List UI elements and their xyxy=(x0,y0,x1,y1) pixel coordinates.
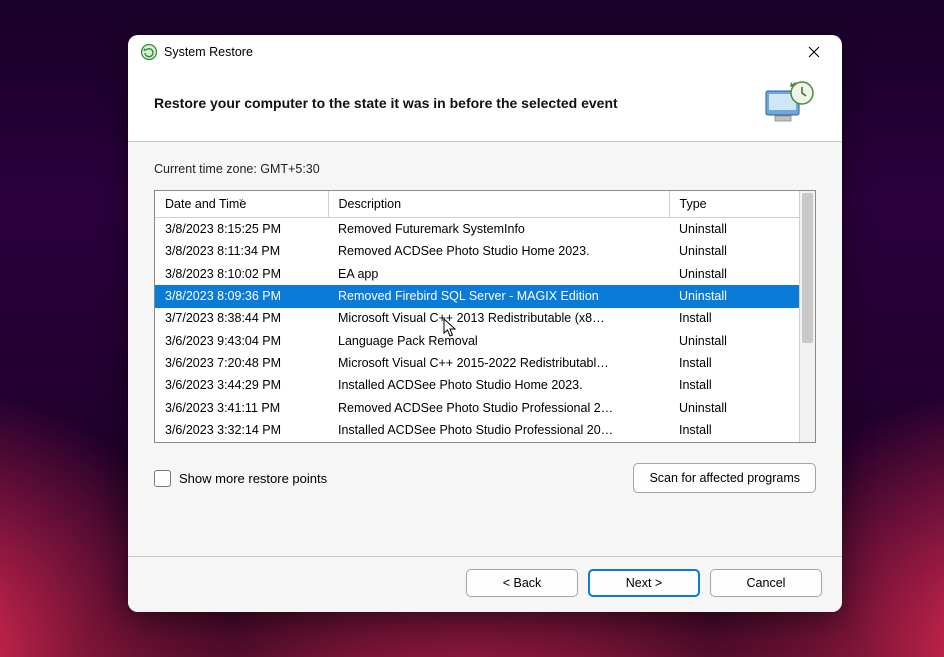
page-heading: Restore your computer to the state it wa… xyxy=(154,95,760,111)
cancel-button[interactable]: Cancel xyxy=(710,569,822,597)
table-cell: Installed ACDSee Photo Studio Profession… xyxy=(328,420,669,442)
table-cell: Install xyxy=(669,308,799,330)
table-cell: Uninstall xyxy=(669,285,799,307)
table-cell: Removed Firebird SQL Server - MAGIX Edit… xyxy=(328,285,669,307)
titlebar[interactable]: System Restore xyxy=(128,35,842,69)
timezone-label: Current time zone: GMT+5:30 xyxy=(154,162,816,176)
show-more-checkbox[interactable] xyxy=(154,470,171,487)
window-title: System Restore xyxy=(164,45,253,59)
table-cell: 3/6/2023 3:41:11 PM xyxy=(155,397,328,419)
table-cell: Removed ACDSee Photo Studio Professional… xyxy=(328,397,669,419)
table-cell: 3/8/2023 8:09:36 PM xyxy=(155,285,328,307)
column-header-type[interactable]: Type xyxy=(669,191,799,218)
table-cell: 3/6/2023 3:44:29 PM xyxy=(155,375,328,397)
wizard-body: Current time zone: GMT+5:30 Date and Tim… xyxy=(128,142,842,556)
show-more-label[interactable]: Show more restore points xyxy=(179,471,327,486)
table-cell: 3/8/2023 8:10:02 PM xyxy=(155,263,328,285)
table-row[interactable]: 3/8/2023 8:09:36 PMRemoved Firebird SQL … xyxy=(155,285,799,307)
table-row[interactable]: 3/8/2023 8:11:34 PMRemoved ACDSee Photo … xyxy=(155,240,799,262)
system-restore-window: System Restore Restore your computer to … xyxy=(128,35,842,612)
table-cell: Uninstall xyxy=(669,330,799,352)
close-icon xyxy=(808,46,820,58)
table-cell: Microsoft Visual C++ 2015-2022 Redistrib… xyxy=(328,352,669,374)
table-row[interactable]: 3/8/2023 8:10:02 PMEA appUninstall xyxy=(155,263,799,285)
table-cell: Install xyxy=(669,352,799,374)
table-cell: Install xyxy=(669,375,799,397)
table-scrollbar[interactable] xyxy=(799,191,815,442)
table-cell: Installed ACDSee Photo Studio Home 2023. xyxy=(328,375,669,397)
scrollbar-thumb[interactable] xyxy=(802,193,813,343)
table-cell: 3/7/2023 8:38:44 PM xyxy=(155,308,328,330)
table-cell: Install xyxy=(669,420,799,442)
table-cell: EA app xyxy=(328,263,669,285)
table-cell: Removed Futuremark SystemInfo xyxy=(328,218,669,241)
table-cell: 3/8/2023 8:15:25 PM xyxy=(155,218,328,241)
desktop-background: System Restore Restore your computer to … xyxy=(0,0,944,657)
restore-points-table-container: Date and Time ⌄ Description Type 3/8/202… xyxy=(154,190,816,443)
next-button[interactable]: Next > xyxy=(588,569,700,597)
back-button[interactable]: < Back xyxy=(466,569,578,597)
table-row[interactable]: 3/8/2023 8:15:25 PMRemoved Futuremark Sy… xyxy=(155,218,799,241)
table-cell: 3/6/2023 9:43:04 PM xyxy=(155,330,328,352)
table-cell: Uninstall xyxy=(669,263,799,285)
system-restore-icon xyxy=(140,43,158,61)
table-cell: Microsoft Visual C++ 2013 Redistributabl… xyxy=(328,308,669,330)
table-cell: Uninstall xyxy=(669,240,799,262)
column-header-label: Date and Time xyxy=(165,197,246,211)
scan-affected-button[interactable]: Scan for affected programs xyxy=(633,463,816,493)
table-header-row: Date and Time ⌄ Description Type xyxy=(155,191,799,218)
table-row[interactable]: 3/6/2023 3:44:29 PMInstalled ACDSee Phot… xyxy=(155,375,799,397)
sort-indicator-icon: ⌄ xyxy=(237,193,245,204)
table-row[interactable]: 3/6/2023 3:41:11 PMRemoved ACDSee Photo … xyxy=(155,397,799,419)
table-cell: Uninstall xyxy=(669,218,799,241)
restore-points-table[interactable]: Date and Time ⌄ Description Type 3/8/202… xyxy=(155,191,799,442)
table-cell: 3/6/2023 3:32:14 PM xyxy=(155,420,328,442)
table-row[interactable]: 3/7/2023 8:38:44 PMMicrosoft Visual C++ … xyxy=(155,308,799,330)
wizard-footer: < Back Next > Cancel xyxy=(128,556,842,612)
below-table-controls: Show more restore points Scan for affect… xyxy=(154,463,816,493)
table-cell: Language Pack Removal xyxy=(328,330,669,352)
table-cell: 3/8/2023 8:11:34 PM xyxy=(155,240,328,262)
table-cell: Removed ACDSee Photo Studio Home 2023. xyxy=(328,240,669,262)
column-header-description[interactable]: Description xyxy=(328,191,669,218)
restore-illustration-icon xyxy=(760,79,818,127)
table-row[interactable]: 3/6/2023 7:20:48 PMMicrosoft Visual C++ … xyxy=(155,352,799,374)
table-cell: 3/6/2023 7:20:48 PM xyxy=(155,352,328,374)
column-header-datetime[interactable]: Date and Time ⌄ xyxy=(155,191,328,218)
header-band: Restore your computer to the state it wa… xyxy=(128,69,842,142)
table-row[interactable]: 3/6/2023 3:32:14 PMInstalled ACDSee Phot… xyxy=(155,420,799,442)
close-button[interactable] xyxy=(794,39,834,65)
table-row[interactable]: 3/6/2023 9:43:04 PMLanguage Pack Removal… xyxy=(155,330,799,352)
table-cell: Uninstall xyxy=(669,397,799,419)
